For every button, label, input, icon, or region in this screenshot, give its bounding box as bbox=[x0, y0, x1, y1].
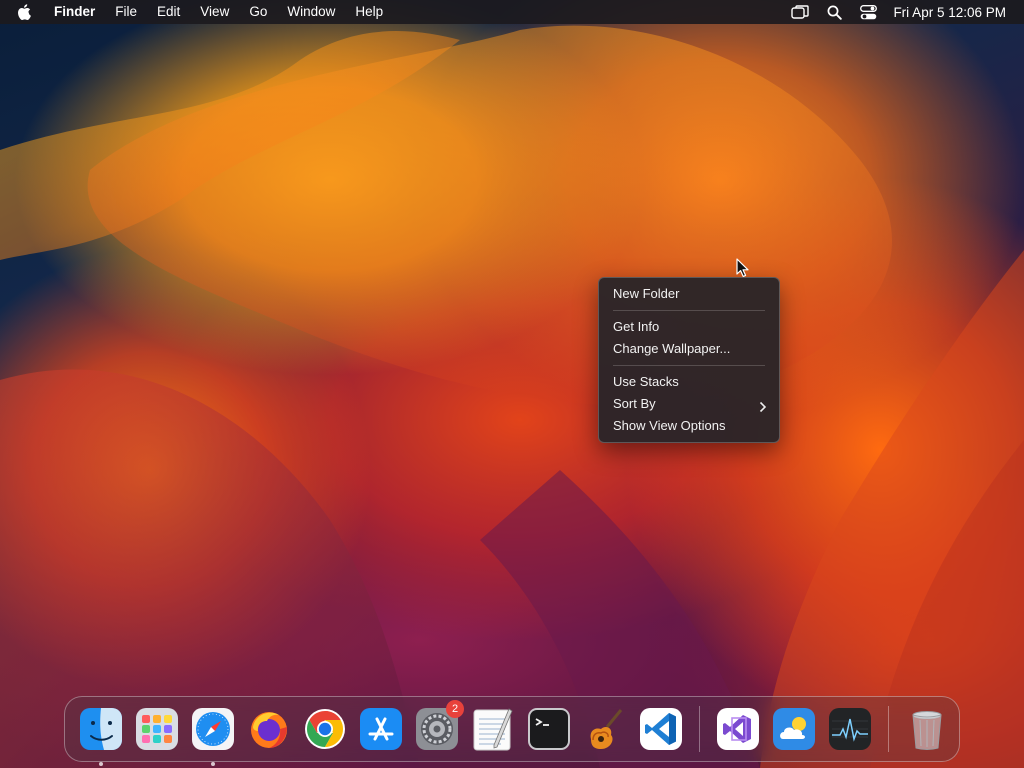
menu-item-sort-by-label: Sort By bbox=[613, 396, 656, 411]
dock-divider bbox=[888, 706, 889, 752]
menu-item-new-folder[interactable]: New Folder bbox=[599, 283, 779, 305]
weather-icon bbox=[773, 708, 815, 750]
apple-menu-icon[interactable] bbox=[0, 0, 48, 24]
menu-bar-status-area: Fri Apr 5 12:06 PM bbox=[783, 0, 1024, 24]
dock-app-activity-monitor[interactable] bbox=[828, 707, 872, 751]
dock-app-garageband[interactable] bbox=[583, 707, 627, 751]
menu-item-change-wallpaper[interactable]: Change Wallpaper... bbox=[599, 338, 779, 360]
menu-bar-clock[interactable]: Fri Apr 5 12:06 PM bbox=[893, 5, 1006, 20]
textedit-icon bbox=[473, 708, 513, 751]
menu-edit[interactable]: Edit bbox=[147, 0, 190, 24]
menu-view[interactable]: View bbox=[190, 0, 239, 24]
garageband-icon bbox=[590, 709, 623, 749]
mouse-pointer-icon bbox=[736, 258, 750, 278]
chrome-icon bbox=[305, 709, 345, 749]
launchpad-icon bbox=[136, 708, 178, 750]
notification-badge: 2 bbox=[446, 700, 464, 718]
menu-window[interactable]: Window bbox=[277, 0, 345, 24]
dock-app-system-settings[interactable]: 2 bbox=[415, 700, 464, 751]
dock-app-visual-studio[interactable] bbox=[716, 707, 760, 751]
dock-app-chrome[interactable] bbox=[303, 707, 347, 751]
dock-app-textedit[interactable] bbox=[471, 707, 515, 751]
dock-app-vscode[interactable] bbox=[639, 707, 683, 751]
menu-item-get-info[interactable]: Get Info bbox=[599, 316, 779, 338]
desktop-wallpaper[interactable] bbox=[0, 0, 1024, 768]
terminal-icon bbox=[528, 708, 570, 750]
vscode-icon bbox=[640, 708, 682, 750]
desktop-context-menu: New Folder Get Info Change Wallpaper... … bbox=[598, 277, 780, 443]
menu-item-show-view-options[interactable]: Show View Options bbox=[599, 415, 779, 437]
control-center-icon[interactable] bbox=[851, 0, 885, 24]
app-store-icon bbox=[360, 708, 402, 750]
dock-divider bbox=[699, 706, 700, 752]
dock-app-terminal[interactable] bbox=[527, 707, 571, 751]
menu-bar: Finder File Edit View Go Window Help Fri… bbox=[0, 0, 1024, 24]
running-indicator bbox=[211, 762, 215, 766]
wallpaper-art bbox=[0, 25, 1024, 768]
screen-mirroring-icon[interactable] bbox=[783, 0, 817, 24]
menu-item-sort-by[interactable]: Sort By bbox=[599, 393, 779, 415]
dock-app-trash[interactable] bbox=[905, 707, 949, 751]
running-indicator bbox=[99, 762, 103, 766]
trash-icon bbox=[912, 711, 942, 750]
menu-separator bbox=[613, 365, 765, 366]
activity-monitor-icon bbox=[829, 708, 871, 750]
dock-app-finder[interactable] bbox=[79, 707, 123, 766]
finder-icon bbox=[80, 708, 122, 750]
dock-app-safari[interactable] bbox=[191, 707, 235, 766]
dock-app-launchpad[interactable] bbox=[135, 707, 179, 751]
spotlight-search-icon[interactable] bbox=[817, 0, 851, 24]
menu-file[interactable]: File bbox=[105, 0, 147, 24]
menu-item-use-stacks[interactable]: Use Stacks bbox=[599, 371, 779, 393]
menu-separator bbox=[613, 310, 765, 311]
app-menu-finder[interactable]: Finder bbox=[48, 0, 105, 24]
firefox-icon bbox=[251, 712, 287, 748]
dock-app-app-store[interactable] bbox=[359, 707, 403, 751]
safari-icon bbox=[192, 708, 234, 750]
menu-help[interactable]: Help bbox=[345, 0, 393, 24]
dock-app-weather[interactable] bbox=[772, 707, 816, 751]
dock: 2 bbox=[64, 696, 960, 766]
dock-app-firefox[interactable] bbox=[247, 707, 291, 751]
visual-studio-icon bbox=[717, 708, 759, 750]
menu-go[interactable]: Go bbox=[239, 0, 277, 24]
